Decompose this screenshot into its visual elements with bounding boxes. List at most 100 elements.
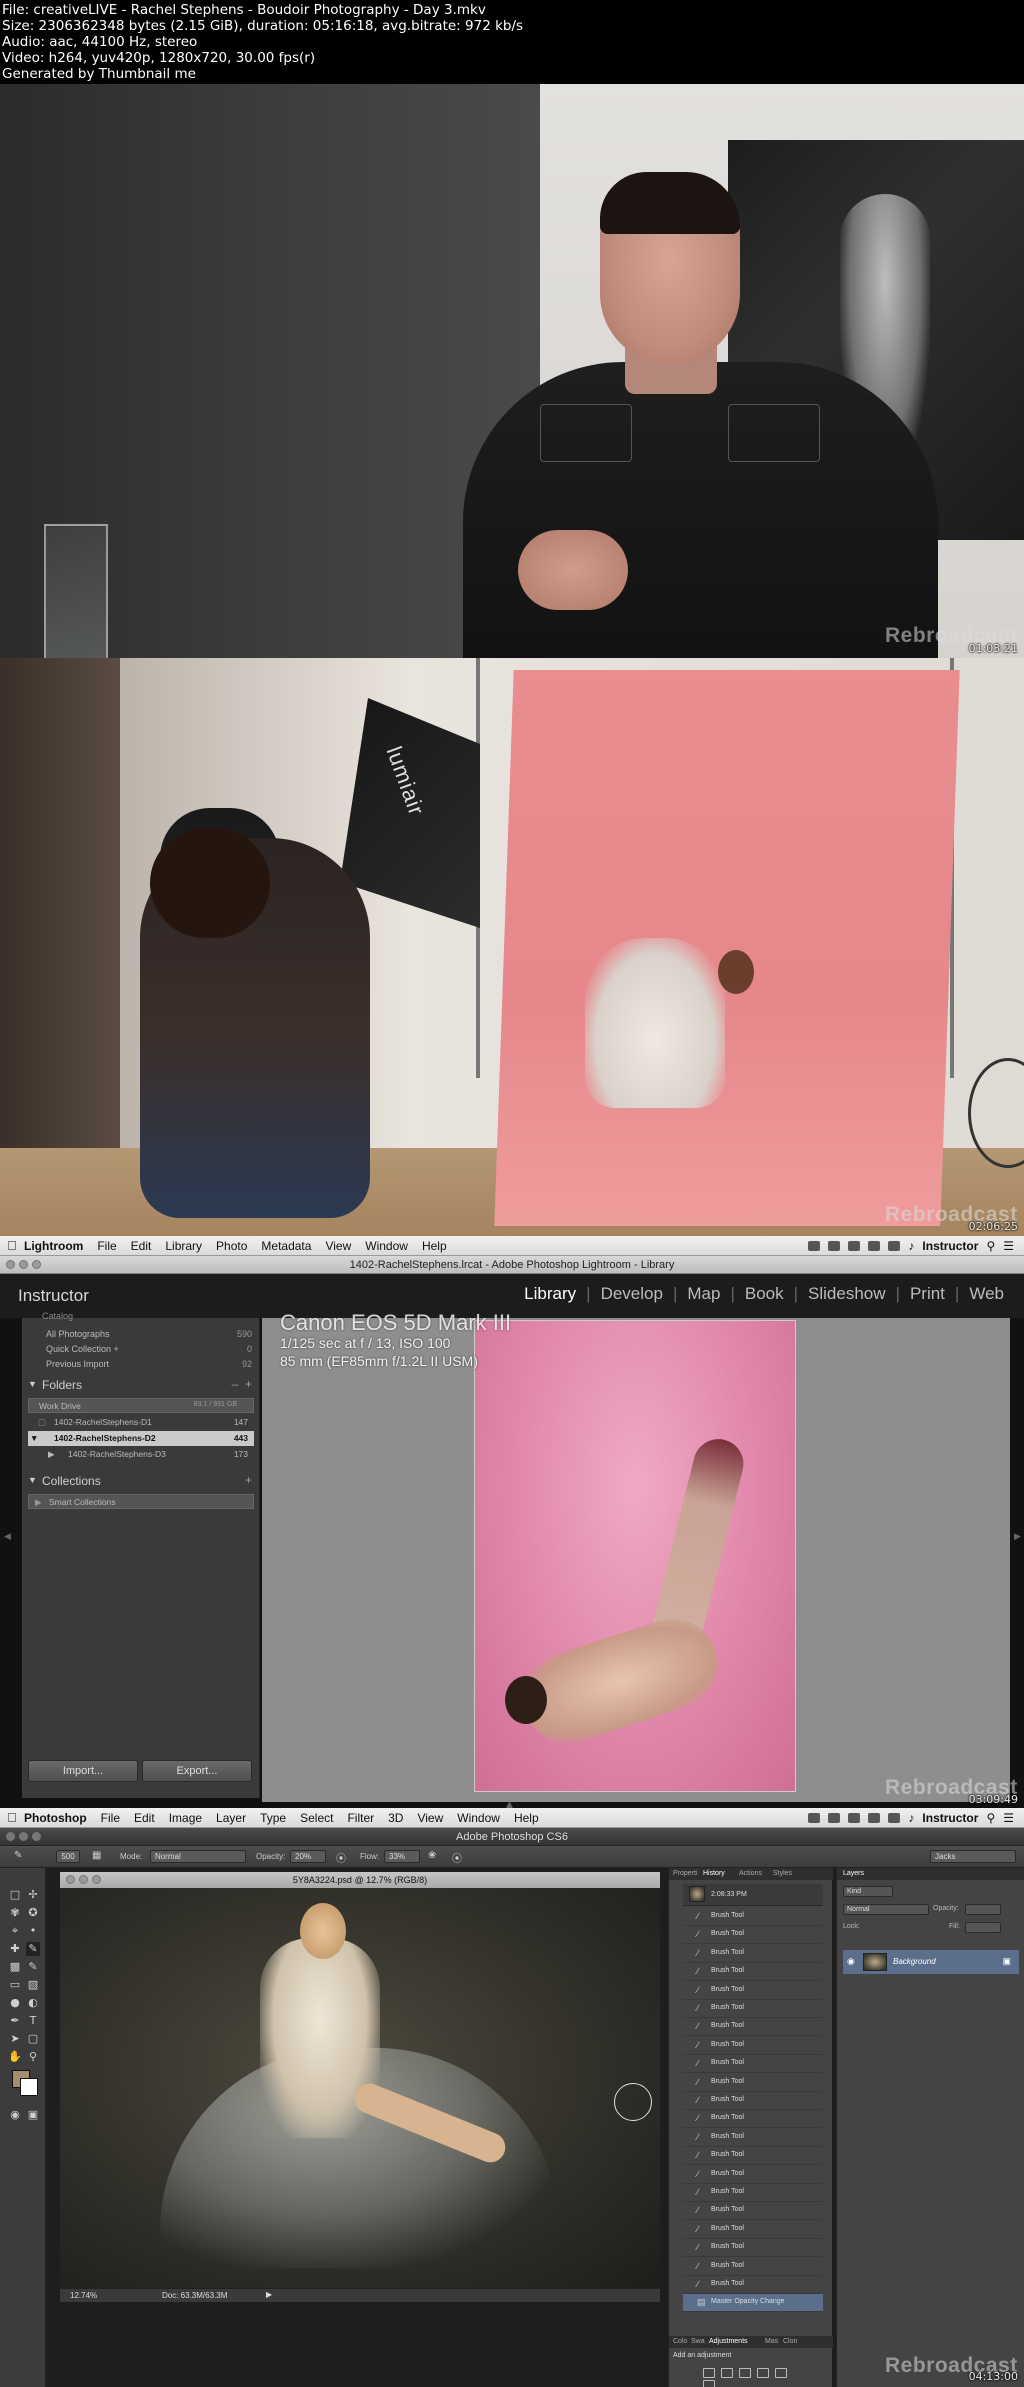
brush-size-picker[interactable]: 500 bbox=[56, 1850, 80, 1863]
list-icon[interactable]: ☰ bbox=[1003, 1811, 1014, 1825]
healing-tool-icon[interactable]: ✚ bbox=[8, 1942, 22, 1956]
hue-adjustment-icon[interactable] bbox=[703, 2380, 715, 2387]
tab-clone-source[interactable]: Clon bbox=[783, 2338, 797, 2345]
history-item[interactable]: ∕ Brush Tool bbox=[683, 1982, 823, 2000]
volume-icon[interactable]: ♪ bbox=[908, 1239, 914, 1253]
module-web[interactable]: Web bbox=[959, 1284, 1014, 1304]
history-item[interactable]: ∕ Brush Tool bbox=[683, 1926, 823, 1945]
folder-row-selected[interactable]: ▼ 1402-RachelStephens-D2 443 bbox=[28, 1431, 254, 1446]
tray-icon[interactable] bbox=[828, 1812, 841, 1823]
exposure-adjustment-icon[interactable] bbox=[757, 2368, 769, 2378]
history-item[interactable]: ∕ Brush Tool bbox=[683, 2074, 823, 2092]
layer-kind-filter[interactable]: Kind bbox=[843, 1886, 893, 1897]
catalog-row[interactable]: Quick Collection + 0 bbox=[22, 1343, 260, 1357]
quick-select-tool-icon[interactable]: ✪ bbox=[26, 1906, 40, 1920]
menu-library[interactable]: Library bbox=[165, 1239, 202, 1253]
close-window-icon[interactable] bbox=[6, 1832, 15, 1841]
apple-icon[interactable]:  bbox=[0, 1810, 24, 1825]
menu-edit[interactable]: Edit bbox=[134, 1811, 155, 1825]
menu-metadata[interactable]: Metadata bbox=[261, 1239, 311, 1253]
apple-icon[interactable]:  bbox=[0, 1238, 24, 1253]
wifi-icon[interactable] bbox=[868, 1812, 881, 1823]
module-develop[interactable]: Develop bbox=[591, 1284, 673, 1304]
import-button[interactable]: Import... bbox=[28, 1760, 138, 1782]
opacity-field[interactable]: 20% bbox=[290, 1850, 326, 1863]
module-library[interactable]: Library bbox=[514, 1284, 586, 1304]
history-item[interactable]: ∕ Brush Tool bbox=[683, 2166, 823, 2184]
add-folder-icon[interactable]: – + bbox=[232, 1377, 252, 1391]
flag-icon[interactable] bbox=[888, 1240, 901, 1251]
tray-icon[interactable] bbox=[848, 1812, 861, 1823]
tab-styles[interactable]: Styles bbox=[773, 1870, 792, 1877]
wifi-icon[interactable] bbox=[868, 1240, 881, 1251]
tray-icon[interactable] bbox=[828, 1240, 841, 1251]
stamp-tool-icon[interactable]: ▩ bbox=[8, 1960, 22, 1974]
path-select-tool-icon[interactable]: ➤ bbox=[8, 2032, 22, 2046]
menu-view[interactable]: View bbox=[325, 1239, 351, 1253]
screen-mode-icon[interactable]: ▣ bbox=[26, 2108, 40, 2122]
menu-window[interactable]: Window bbox=[365, 1239, 408, 1253]
eyedropper-tool-icon[interactable]: • bbox=[26, 1924, 40, 1938]
flag-icon[interactable] bbox=[888, 1812, 901, 1823]
right-panel-toggle-icon[interactable]: ▶ bbox=[1014, 1532, 1021, 1542]
layer-opacity-field[interactable] bbox=[965, 1904, 1001, 1915]
menu-file[interactable]: File bbox=[97, 1239, 116, 1253]
menu-view[interactable]: View bbox=[417, 1811, 443, 1825]
history-brush-tool-icon[interactable]: ✎ bbox=[26, 1960, 40, 1974]
hand-tool-icon[interactable]: ✋ bbox=[8, 2050, 22, 2064]
left-panel-toggle-icon[interactable]: ◀ bbox=[4, 1532, 11, 1542]
gradient-tool-icon[interactable]: ▧ bbox=[26, 1978, 40, 1992]
module-slideshow[interactable]: Slideshow bbox=[798, 1284, 896, 1304]
levels-adjustment-icon[interactable] bbox=[721, 2368, 733, 2378]
zoom-tool-icon[interactable]: ⚲ bbox=[26, 2050, 40, 2064]
layer-row-background[interactable]: ◉ Background ▣ bbox=[843, 1950, 1019, 1974]
visibility-eye-icon[interactable]: ◉ bbox=[847, 1956, 855, 1967]
folder-row[interactable]: ▢ 1402-RachelStephens-D1 147 bbox=[28, 1415, 254, 1430]
menu-filter[interactable]: Filter bbox=[347, 1811, 374, 1825]
menu-file[interactable]: File bbox=[101, 1811, 120, 1825]
menu-edit[interactable]: Edit bbox=[131, 1239, 152, 1253]
menu-image[interactable]: Image bbox=[169, 1811, 202, 1825]
pressure-opacity-icon[interactable]: ⦿ bbox=[336, 1850, 346, 1865]
menu-layer[interactable]: Layer bbox=[216, 1811, 246, 1825]
history-item[interactable]: ∕ Brush Tool bbox=[683, 2092, 823, 2110]
drive-row[interactable]: Work Drive 83.1 / 931 GB bbox=[28, 1398, 254, 1413]
minimize-window-icon[interactable] bbox=[19, 1260, 28, 1269]
tab-masks[interactable]: Mas bbox=[765, 2338, 778, 2345]
add-collection-icon[interactable]: + bbox=[245, 1473, 252, 1487]
brush-tool-icon[interactable]: ✎ bbox=[26, 1942, 40, 1956]
zoom-window-icon[interactable] bbox=[32, 1260, 41, 1269]
type-tool-icon[interactable]: T bbox=[26, 2014, 40, 2028]
background-color-swatch[interactable] bbox=[20, 2078, 38, 2096]
collections-header[interactable]: ▼ Collections + bbox=[22, 1472, 260, 1492]
workspace-select[interactable]: Jacks bbox=[930, 1850, 1016, 1863]
layer-fill-field[interactable] bbox=[965, 1922, 1001, 1933]
spotlight-search-icon[interactable]: ⚲ bbox=[986, 1239, 995, 1253]
brush-panel-icon[interactable]: ▦ bbox=[92, 1850, 101, 1861]
disclosure-triangle-icon[interactable]: ▼ bbox=[30, 1433, 38, 1443]
history-item[interactable]: ∕ Brush Tool bbox=[683, 2018, 823, 2037]
module-print[interactable]: Print bbox=[900, 1284, 955, 1304]
history-item[interactable]: ∕ Brush Tool bbox=[683, 2110, 823, 2129]
zoom-document-icon[interactable] bbox=[92, 1875, 101, 1884]
close-document-icon[interactable] bbox=[66, 1875, 75, 1884]
airbrush-icon[interactable]: ❀ bbox=[428, 1850, 436, 1861]
vibrance-adjustment-icon[interactable] bbox=[775, 2368, 787, 2378]
blur-tool-icon[interactable]: ● bbox=[8, 1996, 22, 2010]
module-book[interactable]: Book bbox=[735, 1284, 794, 1304]
history-snapshot[interactable]: 2:08:33 PM bbox=[683, 1884, 823, 1906]
document-size[interactable]: Doc: 63.3M/63.3M bbox=[162, 2291, 227, 2300]
catalog-header[interactable]: Catalog bbox=[22, 1311, 260, 1324]
spotlight-search-icon[interactable]: ⚲ bbox=[986, 1811, 995, 1825]
menu-help[interactable]: Help bbox=[422, 1239, 447, 1253]
history-item[interactable]: ∕ Brush Tool bbox=[683, 2000, 823, 2018]
minimize-window-icon[interactable] bbox=[19, 1832, 28, 1841]
export-button[interactable]: Export... bbox=[142, 1760, 252, 1782]
list-icon[interactable]: ☰ bbox=[1003, 1239, 1014, 1253]
eraser-tool-icon[interactable]: ▭ bbox=[8, 1978, 22, 1992]
history-item[interactable]: ∕ Brush Tool bbox=[683, 2221, 823, 2239]
menu-select[interactable]: Select bbox=[300, 1811, 333, 1825]
tab-adjustments[interactable]: Adjustments bbox=[709, 2338, 748, 2345]
blend-mode-select[interactable]: Normal bbox=[843, 1904, 929, 1915]
collection-row[interactable]: ▶ Smart Collections bbox=[28, 1494, 254, 1509]
